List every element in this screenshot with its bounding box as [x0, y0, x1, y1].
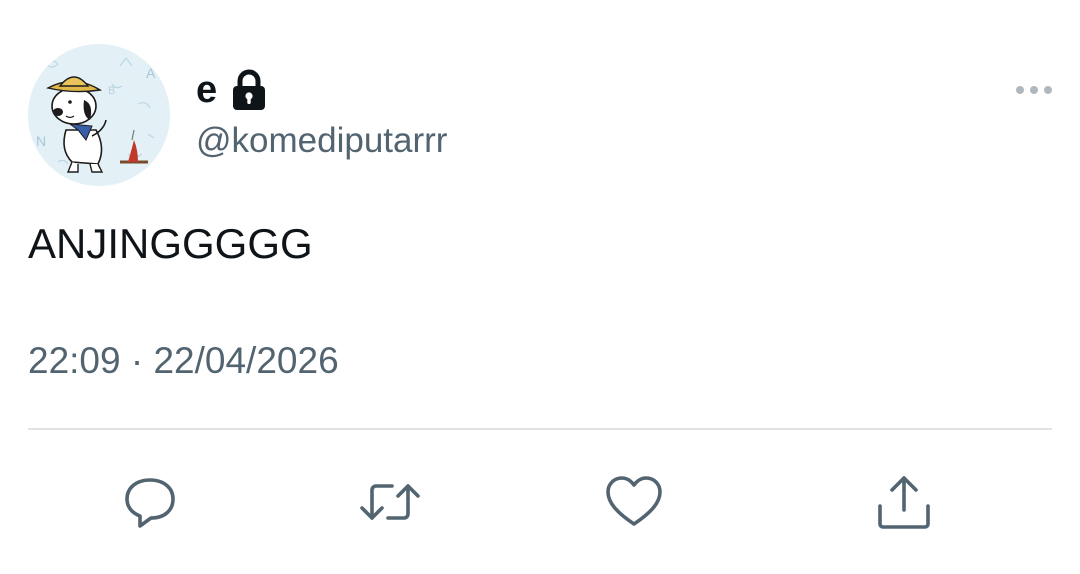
- like-button[interactable]: [602, 470, 666, 534]
- lock-icon: [231, 69, 267, 111]
- more-options-button[interactable]: [1010, 76, 1058, 104]
- divider: [28, 428, 1052, 430]
- tweet-text: ANJINGGGGG: [28, 220, 313, 267]
- share-icon: [878, 476, 930, 529]
- display-name[interactable]: e: [196, 66, 217, 114]
- retweet-icon: [360, 484, 420, 520]
- tweet-card: N A B e @komediputarrr ANJINGGGGG 22:09 …: [0, 0, 1080, 574]
- heart-icon: [606, 476, 662, 526]
- author-handle[interactable]: @komediputarrr: [196, 118, 447, 164]
- tweet-timestamp[interactable]: 22:09 · 22/04/2026: [28, 336, 339, 386]
- avatar[interactable]: N A B: [28, 44, 170, 186]
- reply-button[interactable]: [118, 470, 182, 534]
- reply-icon: [125, 478, 175, 528]
- svg-text:A: A: [146, 65, 156, 81]
- svg-text:N: N: [36, 133, 46, 149]
- snoopy-scout-avatar-icon: N A B: [28, 44, 170, 186]
- author-name-row: e: [196, 66, 267, 114]
- svg-text:B: B: [108, 85, 115, 97]
- more-horizontal-icon: [1016, 86, 1052, 94]
- share-button[interactable]: [872, 470, 936, 534]
- retweet-button[interactable]: [358, 470, 422, 534]
